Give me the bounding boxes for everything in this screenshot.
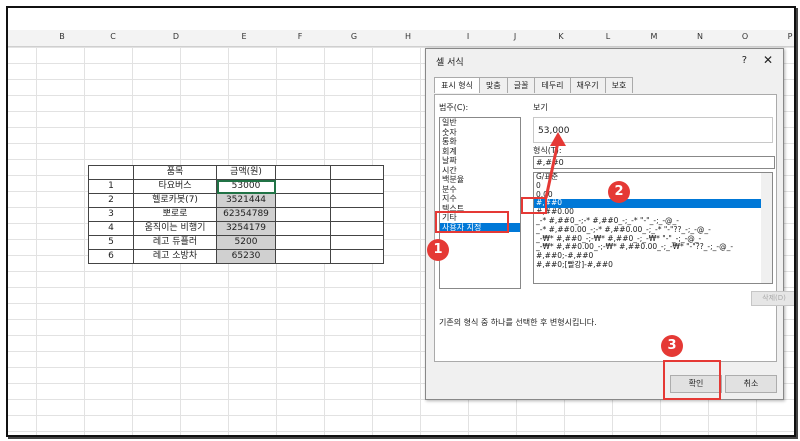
- screenshot-frame: B C D E F G H I J K L M N O P 품목 금액(원) 1…: [6, 6, 796, 437]
- category-label: 범주(C):: [439, 103, 469, 112]
- category-list[interactable]: 일반 숫자 통화 회계 날짜 시간 백분율 분수 지수 텍스트 기타 사용자 지…: [439, 117, 521, 289]
- tab-alignment[interactable]: 맞춤: [478, 77, 508, 93]
- cell[interactable]: [330, 193, 384, 208]
- row-number[interactable]: 4: [88, 221, 134, 236]
- table-row: 6 레고 소방차 65230: [88, 249, 384, 264]
- amount-cell[interactable]: 3521444: [216, 193, 276, 208]
- cell[interactable]: [330, 235, 384, 250]
- arrow-icon: [544, 132, 566, 199]
- col-header[interactable]: H: [398, 32, 418, 41]
- header-cell[interactable]: 품목: [133, 165, 217, 180]
- row-number[interactable]: 3: [88, 207, 134, 222]
- item-cell[interactable]: 헬로카봇(7): [133, 193, 217, 208]
- amount-cell[interactable]: 62354789: [216, 207, 276, 222]
- col-header[interactable]: C: [103, 32, 123, 41]
- row-number[interactable]: 1: [88, 179, 134, 194]
- cancel-button[interactable]: 취소: [725, 375, 777, 393]
- step-badge-1: 1: [427, 239, 449, 261]
- highlight-custom-category: [435, 211, 509, 233]
- col-header[interactable]: O: [735, 32, 755, 41]
- tab-font[interactable]: 글꼴: [506, 77, 536, 93]
- cell[interactable]: [330, 207, 384, 222]
- col-header[interactable]: M: [644, 32, 664, 41]
- format-item[interactable]: #,##0;[빨강]-#,##0: [534, 260, 772, 270]
- amount-cell[interactable]: 53000: [216, 179, 276, 194]
- tab-number[interactable]: 표시 형식: [434, 77, 480, 93]
- col-header[interactable]: G: [344, 32, 364, 41]
- cell[interactable]: [275, 179, 331, 194]
- item-cell[interactable]: 타요버스: [133, 179, 217, 194]
- col-header[interactable]: D: [166, 32, 186, 41]
- category-item[interactable]: 회계: [440, 147, 520, 157]
- format-description: 기존의 형식 중 하나를 선택한 후 변형시킵니다.: [439, 318, 597, 327]
- step-badge-3: 3: [661, 335, 683, 357]
- col-header[interactable]: F: [290, 32, 310, 41]
- category-item[interactable]: 날짜: [440, 156, 520, 166]
- highlight-ok-button: [663, 360, 721, 400]
- cell[interactable]: [330, 165, 384, 180]
- data-table: 품목 금액(원) 1 타요버스 53000 2 헬로카봇(7) 3521444 …: [88, 165, 384, 264]
- cell[interactable]: [275, 165, 331, 180]
- row-number[interactable]: 2: [88, 193, 134, 208]
- category-item[interactable]: 분수: [440, 185, 520, 195]
- cell[interactable]: [330, 249, 384, 264]
- item-cell[interactable]: 뽀로로: [133, 207, 217, 222]
- dialog-title: 셀 서식: [436, 58, 464, 68]
- table-row: 4 움직이는 비행기 3254179: [88, 221, 384, 236]
- col-header[interactable]: K: [551, 32, 571, 41]
- delete-button[interactable]: 삭제(D): [751, 291, 794, 306]
- item-cell[interactable]: 레고 소방차: [133, 249, 217, 264]
- category-item[interactable]: 일반: [440, 118, 520, 128]
- close-icon[interactable]: ✕: [763, 53, 773, 67]
- table-row: 2 헬로카봇(7) 3521444: [88, 193, 384, 208]
- col-header[interactable]: I: [458, 32, 478, 41]
- dialog-tabs: 표시 형식 맞춤 글꼴 테두리 채우기 보호: [434, 77, 634, 93]
- col-header[interactable]: B: [52, 32, 72, 41]
- table-row: 1 타요버스 53000: [88, 179, 384, 194]
- tab-fill[interactable]: 채우기: [569, 77, 606, 93]
- format-list-scrollbar[interactable]: [761, 173, 772, 283]
- cell[interactable]: [275, 193, 331, 208]
- cell[interactable]: [275, 249, 331, 264]
- amount-cell[interactable]: 3254179: [216, 221, 276, 236]
- header-cell[interactable]: 금액(원): [216, 165, 276, 180]
- amount-cell[interactable]: 65230: [216, 249, 276, 264]
- cell[interactable]: [275, 221, 331, 236]
- tab-protection[interactable]: 보호: [604, 77, 634, 93]
- cell[interactable]: [330, 221, 384, 236]
- col-header[interactable]: L: [598, 32, 618, 41]
- header-cell[interactable]: [88, 165, 134, 180]
- category-item[interactable]: 지수: [440, 194, 520, 204]
- cell[interactable]: [275, 235, 331, 250]
- category-item[interactable]: 시간: [440, 166, 520, 176]
- category-item[interactable]: 백분율: [440, 175, 520, 185]
- col-header[interactable]: J: [505, 32, 525, 41]
- col-header[interactable]: N: [690, 32, 710, 41]
- step-badge-2: 2: [608, 181, 630, 203]
- help-icon[interactable]: ?: [742, 55, 747, 66]
- row-number[interactable]: 5: [88, 235, 134, 250]
- table-row: 3 뽀로로 62354789: [88, 207, 384, 222]
- row-number[interactable]: 6: [88, 249, 134, 264]
- item-cell[interactable]: 레고 듀플러: [133, 235, 217, 250]
- table-row: 5 레고 듀플러 5200: [88, 235, 384, 250]
- cell[interactable]: [275, 207, 331, 222]
- col-header[interactable]: E: [234, 32, 254, 41]
- sample-label: 보기: [533, 103, 548, 112]
- tab-border[interactable]: 테두리: [534, 77, 571, 93]
- cell[interactable]: [330, 179, 384, 194]
- category-item[interactable]: 숫자: [440, 128, 520, 138]
- amount-cell[interactable]: 5200: [216, 235, 276, 250]
- item-cell[interactable]: 움직이는 비행기: [133, 221, 217, 236]
- column-header-row: B C D E F G H I J K L M N O P: [8, 30, 794, 47]
- col-header[interactable]: P: [780, 32, 794, 41]
- category-item[interactable]: 통화: [440, 137, 520, 147]
